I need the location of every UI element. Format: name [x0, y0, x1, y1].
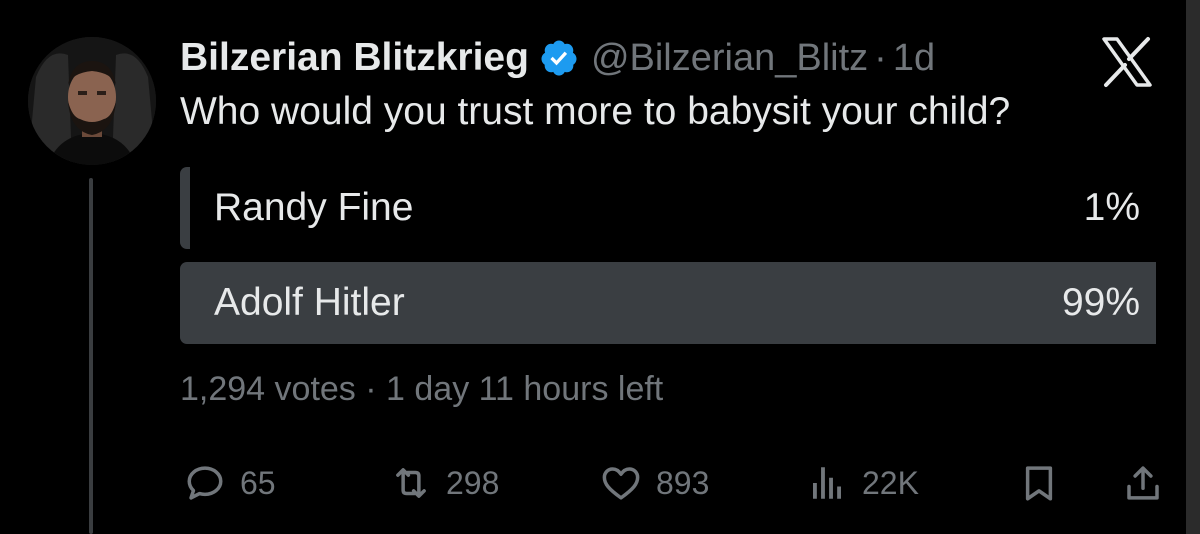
- header-separator: ·: [874, 36, 887, 79]
- author-handle[interactable]: @Bilzerian_Blitz: [591, 37, 868, 80]
- view-count: 22K: [862, 464, 919, 501]
- poll-option-label: Adolf Hitler: [214, 281, 405, 324]
- repost-button[interactable]: 298: [390, 455, 499, 511]
- poll-option-randy-fine: Randy Fine 1%: [180, 167, 1166, 249]
- author-name[interactable]: Bilzerian Blitzkrieg: [180, 36, 529, 80]
- poll-meta: 1,294 votes · 1 day 11 hours left: [180, 370, 663, 409]
- tweet-text: Who would you trust more to babysit your…: [180, 90, 1011, 133]
- bookmark-button[interactable]: [1018, 455, 1060, 511]
- avatar-photo: [28, 37, 156, 165]
- poll-option-percent: 99%: [1061, 281, 1140, 324]
- reply-count: 65: [240, 464, 276, 501]
- like-count: 893: [656, 464, 710, 501]
- tweet-header: Bilzerian Blitzkrieg @Bilzerian_Blitz · …: [180, 30, 935, 86]
- like-button[interactable]: 893: [600, 455, 709, 511]
- poll-option-adolf-hitler: Adolf Hitler 99%: [180, 262, 1166, 344]
- poll-bar: [180, 167, 190, 249]
- bookmark-icon: [1025, 466, 1053, 501]
- time-left: 1 day 11 hours left: [386, 370, 664, 408]
- reply-button[interactable]: 65: [184, 455, 276, 511]
- avatar[interactable]: [28, 37, 156, 165]
- vote-count: 1,294 votes: [180, 370, 356, 408]
- tweet-timestamp[interactable]: 1d: [893, 37, 935, 80]
- action-bar: 65 298 893 22K: [0, 455, 1200, 515]
- meta-separator: ·: [365, 370, 377, 408]
- repost-count: 298: [446, 464, 500, 501]
- scrollbar-edge: [1186, 0, 1200, 534]
- verified-badge-icon: [539, 38, 579, 78]
- poll-option-label: Randy Fine: [214, 186, 414, 229]
- heart-icon: [602, 467, 640, 500]
- share-icon: [1127, 466, 1159, 500]
- views-button[interactable]: 22K: [806, 455, 919, 511]
- share-button[interactable]: [1122, 455, 1164, 511]
- poll-option-percent: 1%: [1083, 186, 1140, 229]
- reply-icon: [187, 466, 223, 500]
- x-logo-icon: [1100, 36, 1154, 88]
- views-icon: [813, 467, 841, 499]
- repost-icon: [396, 468, 426, 498]
